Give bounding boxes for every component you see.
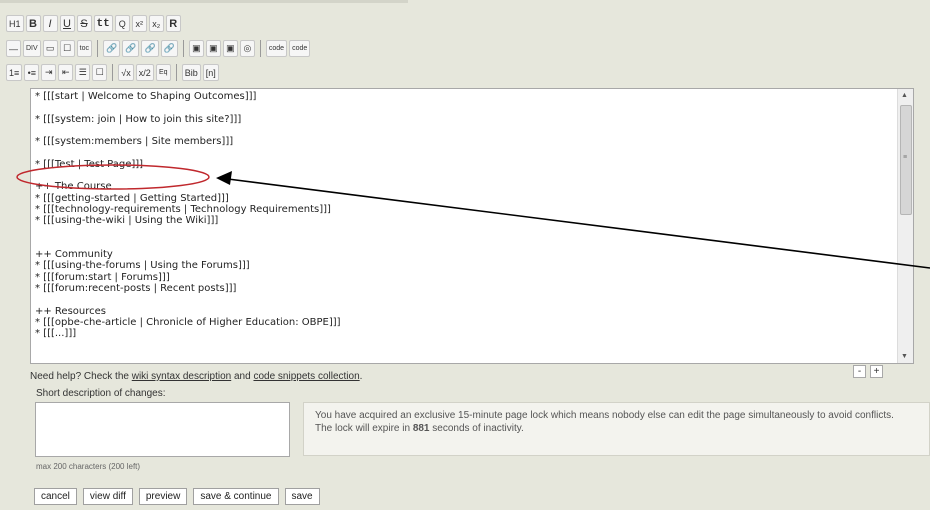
footnote-icon[interactable]: ☐	[92, 64, 108, 81]
embed-icon[interactable]: ◎	[239, 40, 255, 57]
action-buttons: cancel view diff preview save & continue…	[34, 488, 326, 505]
grow-editor-button[interactable]: +	[870, 365, 883, 378]
preview-button[interactable]: preview	[138, 488, 188, 505]
numbered-list-icon[interactable]: 1≡	[6, 64, 23, 81]
help-prefix: Need help? Check the	[30, 371, 132, 382]
horizontal-line-button[interactable]: —	[6, 40, 21, 57]
citation-button[interactable]: [n]	[202, 64, 219, 81]
top-divider	[0, 0, 408, 3]
image-icon[interactable]: ▣	[205, 40, 221, 57]
help-line: Need help? Check the wiki syntax descrip…	[30, 371, 362, 382]
superscript-button[interactable]: x²	[131, 15, 147, 32]
lock-expiry: The lock will expire in 881 seconds of i…	[315, 422, 918, 435]
code-button[interactable]: code	[265, 40, 288, 57]
lock-info-box: You have acquired an exclusive 15-minute…	[303, 402, 930, 456]
italic-button[interactable]: I	[42, 15, 58, 32]
grip-icon: ≡	[903, 154, 908, 161]
link-icon[interactable]: 🔗	[103, 40, 121, 57]
raw-button[interactable]: R	[165, 15, 181, 32]
link-icon[interactable]: 🔗	[122, 40, 140, 57]
table-icon-button[interactable]: ☐	[59, 40, 75, 57]
bold-button[interactable]: B	[25, 15, 41, 32]
lock-message: You have acquired an exclusive 15-minute…	[315, 410, 894, 421]
short-description-input[interactable]	[35, 402, 290, 457]
help-suffix: .	[359, 371, 363, 382]
toolbar-separator	[259, 40, 261, 57]
toolbar-row-3: 1≡ •≡ ⇥ ⇤ ☰ ☐ √x x/2 Eq Bib [n]	[6, 64, 221, 81]
wiki-syntax-link[interactable]: wiki syntax description	[132, 371, 231, 382]
code-snippets-link[interactable]: code snippets collection	[253, 371, 359, 382]
source-editor[interactable]: * [[[start | Welcome to Shaping Outcomes…	[30, 88, 914, 364]
inline-math-button[interactable]: x/2	[135, 64, 154, 81]
equation-ref-button[interactable]: Eq	[155, 64, 171, 81]
link-icon[interactable]: 🔗	[141, 40, 159, 57]
toc-button[interactable]: toc	[76, 40, 93, 57]
toolbar-row-2: — DIV ▭ ☐ toc 🔗 🔗 🔗 🔗 ▣ ▣ ▣ ◎ code code	[6, 40, 312, 57]
teletype-button[interactable]: tt	[93, 15, 113, 32]
short-description-label: Short description of changes:	[36, 388, 166, 399]
table-button[interactable]: ▭	[42, 40, 58, 57]
definition-list-icon[interactable]: ☰	[75, 64, 91, 81]
math-button[interactable]: √x	[118, 64, 134, 81]
toolbar-separator	[175, 64, 177, 81]
editor-scrollbar[interactable]: ▲ ≡ ▼	[897, 89, 913, 363]
image-icon[interactable]: ▣	[188, 40, 204, 57]
help-middle: and	[231, 371, 254, 382]
cancel-button[interactable]: cancel	[34, 488, 77, 505]
lock-seconds: 881	[412, 423, 430, 434]
underline-button[interactable]: U	[59, 15, 75, 32]
strikethrough-button[interactable]: S	[76, 15, 92, 32]
toolbar-separator	[182, 40, 184, 57]
div-button[interactable]: DIV	[23, 40, 41, 57]
subscript-button[interactable]: x₂	[148, 15, 164, 32]
lock-expiry-prefix: The lock will expire in	[315, 423, 413, 434]
toolbar-row-1: H1 B I U S tt Q x² x₂ R	[6, 15, 183, 32]
view-diff-button[interactable]: view diff	[82, 488, 133, 505]
character-counter: max 200 characters (200 left)	[36, 462, 141, 471]
link-icon[interactable]: 🔗	[160, 40, 178, 57]
scroll-thumb[interactable]: ≡	[900, 105, 912, 215]
save-button[interactable]: save	[284, 488, 320, 505]
quote-button[interactable]: Q	[114, 15, 130, 32]
video-icon[interactable]: ▣	[222, 40, 238, 57]
shrink-editor-button[interactable]: -	[853, 365, 866, 378]
bulleted-list-icon[interactable]: •≡	[24, 64, 40, 81]
toolbar-separator	[97, 40, 99, 57]
lock-expiry-suffix: seconds of inactivity.	[429, 423, 524, 434]
editor-content[interactable]: * [[[start | Welcome to Shaping Outcomes…	[35, 91, 895, 340]
outdent-icon[interactable]: ⇤	[58, 64, 74, 81]
bibliography-button[interactable]: Bib	[181, 64, 201, 81]
code-block-button[interactable]: code	[289, 40, 311, 57]
scroll-down-icon[interactable]: ▼	[901, 353, 908, 360]
heading-button[interactable]: H1	[6, 15, 24, 32]
save-continue-button[interactable]: save & continue	[193, 488, 279, 505]
scroll-up-icon[interactable]: ▲	[901, 92, 908, 99]
toolbar-separator	[112, 64, 114, 81]
indent-icon[interactable]: ⇥	[41, 64, 57, 81]
